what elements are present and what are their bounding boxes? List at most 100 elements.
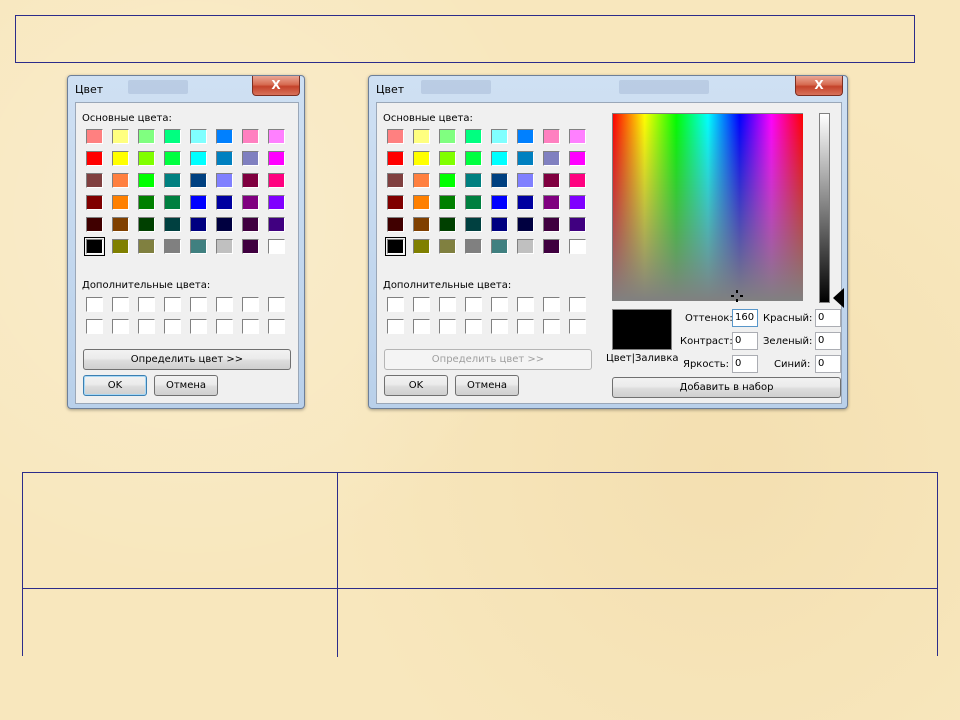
color-swatch[interactable] xyxy=(543,217,560,232)
color-swatch[interactable] xyxy=(543,129,560,144)
saturation-field[interactable]: 0 xyxy=(732,332,758,350)
color-swatch[interactable] xyxy=(439,217,456,232)
color-swatch[interactable] xyxy=(86,319,103,334)
color-swatch[interactable] xyxy=(112,195,129,210)
color-swatch[interactable] xyxy=(242,151,259,166)
color-swatch[interactable] xyxy=(268,151,285,166)
color-swatch[interactable] xyxy=(138,239,155,254)
color-swatch[interactable] xyxy=(517,195,534,210)
color-swatch[interactable] xyxy=(491,297,508,312)
color-swatch[interactable] xyxy=(216,173,233,188)
color-swatch[interactable] xyxy=(164,129,181,144)
color-swatch[interactable] xyxy=(413,195,430,210)
ok-button[interactable]: OK xyxy=(384,375,448,396)
green-field[interactable]: 0 xyxy=(815,332,841,350)
color-swatch[interactable] xyxy=(86,173,103,188)
color-swatch[interactable] xyxy=(491,151,508,166)
color-swatch[interactable] xyxy=(268,319,285,334)
color-swatch[interactable] xyxy=(216,319,233,334)
color-swatch[interactable] xyxy=(517,297,534,312)
color-swatch[interactable] xyxy=(164,297,181,312)
add-to-custom-colors-button[interactable]: Добавить в набор xyxy=(612,377,841,398)
color-swatch[interactable] xyxy=(387,195,404,210)
color-swatch[interactable] xyxy=(387,129,404,144)
color-swatch[interactable] xyxy=(387,151,404,166)
luminosity-slider[interactable] xyxy=(819,113,830,303)
color-swatch[interactable] xyxy=(465,195,482,210)
color-swatch[interactable] xyxy=(190,195,207,210)
color-swatch[interactable] xyxy=(543,151,560,166)
define-custom-colors-button[interactable]: Определить цвет >> xyxy=(83,349,291,370)
color-swatch[interactable] xyxy=(164,239,181,254)
color-swatch[interactable] xyxy=(465,151,482,166)
color-swatch[interactable] xyxy=(84,237,105,256)
color-swatch[interactable] xyxy=(439,297,456,312)
color-swatch[interactable] xyxy=(387,173,404,188)
ok-button[interactable]: OK xyxy=(83,375,147,396)
close-button[interactable]: X xyxy=(252,76,300,96)
color-swatch[interactable] xyxy=(190,297,207,312)
luminosity-field[interactable]: 0 xyxy=(732,355,758,373)
color-swatch[interactable] xyxy=(569,151,586,166)
color-swatch[interactable] xyxy=(112,239,129,254)
color-swatch[interactable] xyxy=(413,239,430,254)
color-swatch[interactable] xyxy=(491,319,508,334)
color-swatch[interactable] xyxy=(86,297,103,312)
color-swatch[interactable] xyxy=(569,173,586,188)
hue-field[interactable]: 160 xyxy=(732,309,758,327)
color-swatch[interactable] xyxy=(569,129,586,144)
title-bar[interactable]: Цвет X xyxy=(68,76,304,102)
color-swatch[interactable] xyxy=(569,239,586,254)
color-swatch[interactable] xyxy=(164,173,181,188)
color-swatch[interactable] xyxy=(517,239,534,254)
color-swatch[interactable] xyxy=(413,217,430,232)
color-swatch[interactable] xyxy=(138,173,155,188)
color-swatch[interactable] xyxy=(465,297,482,312)
crosshair-cursor-icon[interactable] xyxy=(731,290,743,302)
color-swatch[interactable] xyxy=(413,129,430,144)
color-swatch[interactable] xyxy=(491,239,508,254)
cancel-button[interactable]: Отмена xyxy=(154,375,218,396)
color-swatch[interactable] xyxy=(164,217,181,232)
color-swatch[interactable] xyxy=(112,173,129,188)
color-swatch[interactable] xyxy=(543,173,560,188)
color-swatch[interactable] xyxy=(216,195,233,210)
color-swatch[interactable] xyxy=(242,319,259,334)
color-swatch[interactable] xyxy=(439,319,456,334)
color-swatch[interactable] xyxy=(268,173,285,188)
color-swatch[interactable] xyxy=(517,151,534,166)
color-swatch[interactable] xyxy=(569,297,586,312)
color-swatch[interactable] xyxy=(112,297,129,312)
color-swatch[interactable] xyxy=(138,297,155,312)
color-swatch[interactable] xyxy=(268,297,285,312)
color-swatch[interactable] xyxy=(190,151,207,166)
color-spectrum[interactable] xyxy=(612,113,803,301)
color-swatch[interactable] xyxy=(268,217,285,232)
color-swatch[interactable] xyxy=(387,297,404,312)
color-swatch[interactable] xyxy=(216,129,233,144)
title-bar[interactable]: Цвет X xyxy=(369,76,847,102)
color-swatch[interactable] xyxy=(517,217,534,232)
color-swatch[interactable] xyxy=(242,129,259,144)
color-swatch[interactable] xyxy=(138,319,155,334)
color-swatch[interactable] xyxy=(216,297,233,312)
color-swatch[interactable] xyxy=(385,237,406,256)
color-swatch[interactable] xyxy=(190,129,207,144)
color-swatch[interactable] xyxy=(190,173,207,188)
color-swatch[interactable] xyxy=(164,195,181,210)
color-swatch[interactable] xyxy=(465,319,482,334)
color-swatch[interactable] xyxy=(268,129,285,144)
color-swatch[interactable] xyxy=(112,217,129,232)
color-swatch[interactable] xyxy=(164,151,181,166)
color-swatch[interactable] xyxy=(413,319,430,334)
color-swatch[interactable] xyxy=(190,319,207,334)
blue-field[interactable]: 0 xyxy=(815,355,841,373)
color-swatch[interactable] xyxy=(387,319,404,334)
color-swatch[interactable] xyxy=(164,319,181,334)
color-swatch[interactable] xyxy=(413,297,430,312)
color-swatch[interactable] xyxy=(86,195,103,210)
color-swatch[interactable] xyxy=(439,151,456,166)
color-swatch[interactable] xyxy=(138,217,155,232)
cancel-button[interactable]: Отмена xyxy=(455,375,519,396)
color-swatch[interactable] xyxy=(491,173,508,188)
